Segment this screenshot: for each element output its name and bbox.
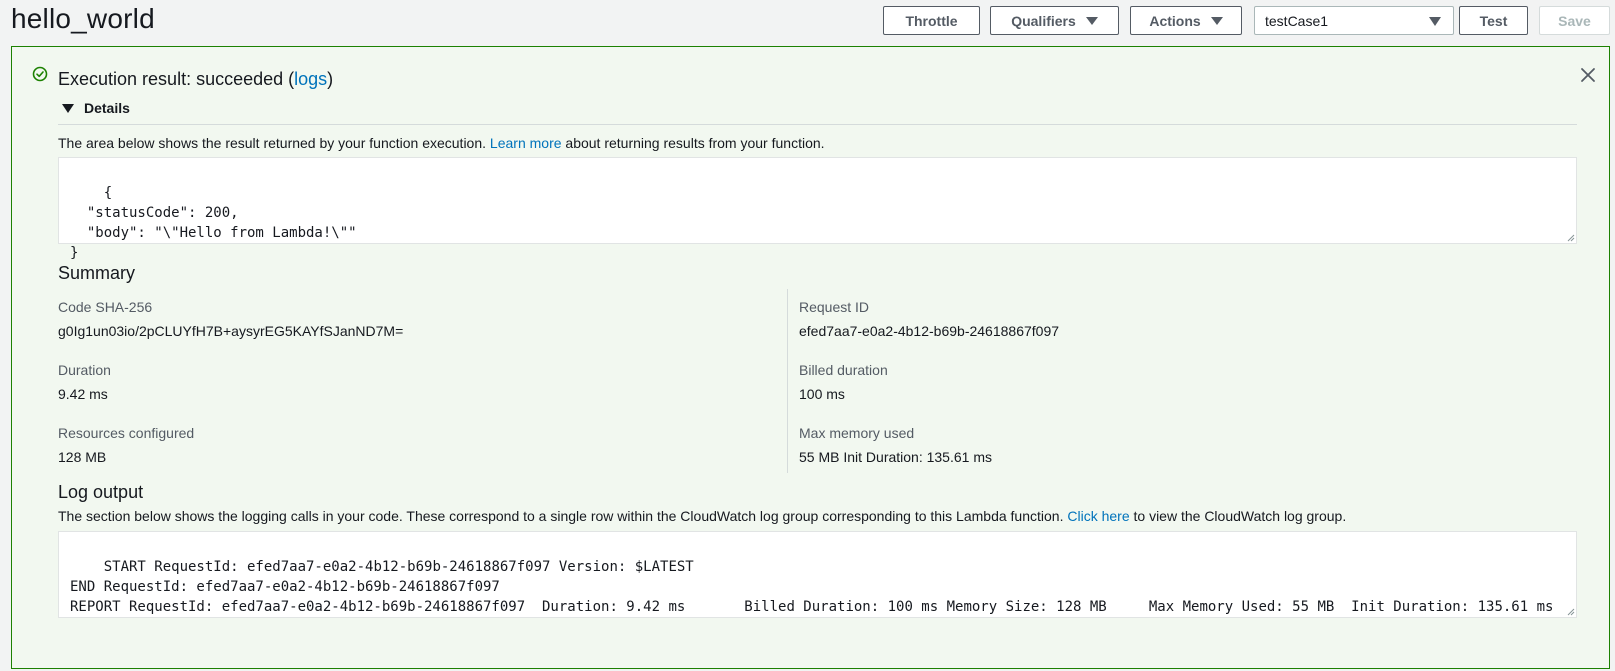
log-desc-suffix: to view the CloudWatch log group. bbox=[1129, 508, 1347, 524]
actions-button-label: Actions bbox=[1149, 12, 1201, 29]
execution-result-panel: Execution result: succeeded (logs) Detai… bbox=[11, 46, 1610, 669]
success-check-icon bbox=[32, 66, 48, 82]
result-title-prefix: Execution result: succeeded ( bbox=[58, 69, 295, 89]
test-event-select[interactable]: testCase1 bbox=[1254, 6, 1454, 35]
result-desc-suffix: about returning results from your functi… bbox=[561, 135, 825, 151]
max-memory-value: 55 MB Init Duration: 135.61 ms bbox=[799, 449, 992, 465]
summary-column-divider bbox=[787, 289, 788, 473]
resources-configured-label: Resources configured bbox=[58, 425, 195, 441]
close-icon[interactable] bbox=[1580, 67, 1596, 83]
duration-value: 9.42 ms bbox=[58, 386, 108, 402]
log-description: The section below shows the logging call… bbox=[58, 508, 1346, 524]
qualifiers-dropdown-button[interactable]: Qualifiers bbox=[990, 6, 1119, 35]
duration-label: Duration bbox=[58, 362, 111, 378]
request-id-value: efed7aa7-e0a2-4b12-b69b-24618867f097 bbox=[799, 323, 1060, 339]
qualifiers-button-label: Qualifiers bbox=[1011, 12, 1076, 29]
log-output-heading: Log output bbox=[58, 482, 144, 502]
expand-triangle-icon bbox=[62, 103, 74, 113]
caret-down-icon bbox=[1085, 16, 1098, 25]
resize-grip-icon[interactable] bbox=[1567, 234, 1575, 242]
log-output-textarea[interactable]: START RequestId: efed7aa7-e0a2-4b12-b69b… bbox=[58, 531, 1577, 618]
test-event-selected-value: testCase1 bbox=[1265, 12, 1329, 29]
caret-down-icon bbox=[1429, 17, 1441, 26]
save-button-label: Save bbox=[1558, 12, 1591, 29]
caret-down-icon bbox=[1210, 16, 1223, 25]
details-toggle[interactable]: Details bbox=[62, 100, 130, 116]
top-bar: hello_world Throttle Qualifiers Actions … bbox=[0, 0, 1615, 44]
result-output-text: { "statusCode": 200, "body": "\"Hello fr… bbox=[70, 185, 357, 261]
execution-result-title: Execution result: succeeded (logs) bbox=[58, 69, 333, 90]
max-memory-label: Max memory used bbox=[799, 425, 915, 441]
result-title-suffix: ) bbox=[327, 69, 334, 89]
resources-configured-value: 128 MB bbox=[58, 449, 107, 465]
save-button[interactable]: Save bbox=[1539, 6, 1610, 35]
request-id-label: Request ID bbox=[799, 299, 870, 315]
actions-dropdown-button[interactable]: Actions bbox=[1130, 6, 1242, 35]
click-here-link[interactable]: Click here bbox=[1067, 508, 1129, 524]
code-sha-value: g0Ig1un03io/2pCLUYfH7B+aysyrEG5KAYfSJanN… bbox=[58, 323, 404, 339]
function-name-title: hello_world bbox=[11, 3, 155, 34]
details-divider bbox=[58, 124, 1577, 125]
log-output-text: START RequestId: efed7aa7-e0a2-4b12-b69b… bbox=[70, 559, 1554, 615]
billed-duration-value: 100 ms bbox=[799, 386, 845, 402]
logs-link[interactable]: logs bbox=[294, 69, 327, 89]
throttle-button[interactable]: Throttle bbox=[883, 6, 980, 35]
resize-grip-icon[interactable] bbox=[1567, 608, 1575, 616]
billed-duration-label: Billed duration bbox=[799, 362, 888, 378]
result-output-textarea[interactable]: { "statusCode": 200, "body": "\"Hello fr… bbox=[58, 157, 1577, 261]
throttle-button-label: Throttle bbox=[905, 12, 958, 29]
result-desc-prefix: The area below shows the result returned… bbox=[58, 135, 490, 151]
learn-more-link[interactable]: Learn more bbox=[490, 135, 562, 151]
details-label: Details bbox=[84, 100, 130, 116]
summary-heading: Summary bbox=[58, 263, 136, 283]
test-button[interactable]: Test bbox=[1459, 6, 1528, 35]
code-sha-label: Code SHA-256 bbox=[58, 299, 153, 315]
test-button-label: Test bbox=[1479, 12, 1508, 29]
log-desc-prefix: The section below shows the logging call… bbox=[58, 508, 1068, 524]
result-description: The area below shows the result returned… bbox=[58, 135, 825, 151]
